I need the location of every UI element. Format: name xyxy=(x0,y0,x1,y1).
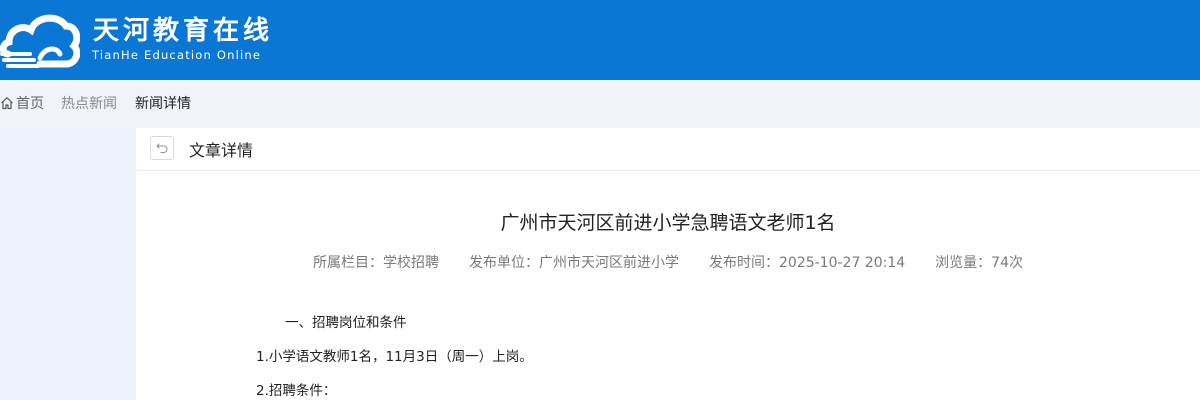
article-title: 广州市天河区前进小学急聘语文老师1名 xyxy=(500,212,836,234)
breadcrumb-hot-news[interactable]: 热点新闻 xyxy=(61,93,117,113)
article-card: 文章详情 广州市天河区前进小学急聘语文老师1名 所属栏目：学校招聘 发布单位：广… xyxy=(136,128,1200,400)
article-paragraph: 2.招聘条件： xyxy=(256,383,337,399)
meta-views: 浏览量：74次 xyxy=(935,255,1023,271)
card-header: 文章详情 xyxy=(136,128,1200,171)
site-header: 天河教育在线 TianHe Education Online xyxy=(0,0,1200,80)
meta-category: 所属栏目：学校招聘 xyxy=(313,255,439,271)
home-icon xyxy=(1,96,13,109)
cloud-logo-icon[interactable] xyxy=(0,10,80,72)
brand-name: 天河教育在线 xyxy=(93,16,274,46)
article-meta: 所属栏目：学校招聘 发布单位：广州市天河区前进小学 发布时间：2025-10-2… xyxy=(136,252,1200,272)
article-paragraph: 一、招聘岗位和条件 xyxy=(285,315,407,331)
brand-english-name: TianHe Education Online xyxy=(92,48,262,62)
meta-publish-time: 发布时间：2025-10-27 20:14 xyxy=(709,255,906,271)
card-header-title: 文章详情 xyxy=(189,141,254,160)
left-panel xyxy=(0,128,136,400)
breadcrumb: 首页 热点新闻 新闻详情 xyxy=(0,80,1200,125)
back-button[interactable] xyxy=(150,136,174,160)
article-paragraph: 1.小学语文教师1名，11月3日（周一）上岗。 xyxy=(256,349,533,365)
breadcrumb-home-label: 首页 xyxy=(16,95,44,112)
breadcrumb-current: 新闻详情 xyxy=(135,95,191,112)
breadcrumb-home[interactable]: 首页 xyxy=(0,93,44,113)
undo-arrow-icon xyxy=(156,143,168,153)
meta-publisher: 发布单位：广州市天河区前进小学 xyxy=(469,255,679,271)
